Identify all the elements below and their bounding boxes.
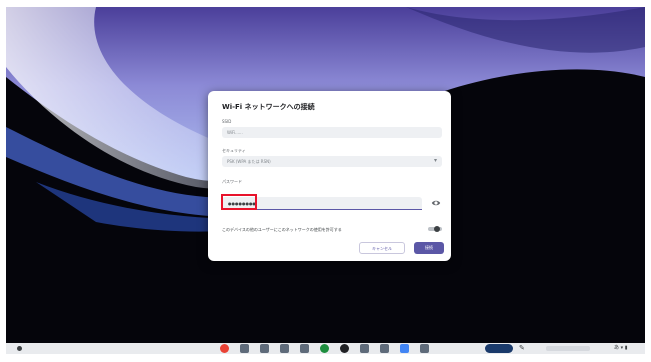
connect-button[interactable]: 接続 bbox=[414, 242, 444, 254]
files-icon[interactable] bbox=[240, 344, 249, 353]
password-highlight-box bbox=[221, 194, 257, 210]
camera-icon[interactable] bbox=[340, 344, 349, 353]
ssid-field[interactable]: WiFi...... bbox=[222, 127, 442, 138]
chat-icon[interactable] bbox=[320, 344, 329, 353]
ssid-label: SSID bbox=[222, 119, 232, 124]
password-label: パスワード bbox=[222, 179, 242, 184]
chrome-icon[interactable] bbox=[220, 344, 229, 353]
docs-icon[interactable] bbox=[280, 344, 289, 353]
gmail-icon[interactable] bbox=[260, 344, 269, 353]
security-select[interactable]: PSK (WPA または RSN) ▾ bbox=[222, 156, 442, 167]
app-icon[interactable] bbox=[420, 344, 429, 353]
account-pill[interactable] bbox=[485, 344, 513, 353]
toggle-knob bbox=[434, 226, 440, 232]
wifi-connect-dialog: Wi-Fi ネットワークへの接続 SSID WiFi...... セキュリティ … bbox=[208, 91, 451, 261]
wifi-icon: ▾ bbox=[620, 345, 624, 351]
dialog-title: Wi-Fi ネットワークへの接続 bbox=[222, 103, 315, 111]
allow-other-users-toggle[interactable] bbox=[428, 226, 442, 232]
allow-other-users-label: このデバイスの他のユーザーにこのネットワークの使用を許可する bbox=[222, 227, 342, 232]
chevron-down-icon: ▾ bbox=[433, 157, 437, 164]
status-area[interactable] bbox=[546, 346, 590, 351]
system-tray[interactable]: あ ▾ ▮ bbox=[614, 343, 627, 354]
drive-icon[interactable] bbox=[400, 344, 409, 353]
desktop-screen: Wi-Fi ネットワークへの接続 SSID WiFi...... セキュリティ … bbox=[6, 7, 645, 354]
cancel-button[interactable]: キャンセル bbox=[359, 242, 405, 254]
security-label: セキュリティ bbox=[222, 148, 246, 153]
launcher-icon[interactable] bbox=[17, 346, 22, 351]
stylus-pen-icon[interactable]: ✎ bbox=[519, 344, 525, 353]
taskbar-shelf: ✎ あ ▾ ▮ bbox=[6, 343, 645, 354]
keyboard-icon: あ bbox=[614, 345, 620, 351]
play-store-icon[interactable] bbox=[380, 344, 389, 353]
settings-icon[interactable] bbox=[360, 344, 369, 353]
ssid-value: WiFi...... bbox=[227, 130, 243, 135]
calendar-icon[interactable] bbox=[300, 344, 309, 353]
battery-icon: ▮ bbox=[624, 345, 628, 351]
security-value: PSK (WPA または RSN) bbox=[227, 159, 271, 164]
show-password-eye-icon[interactable] bbox=[431, 198, 441, 208]
